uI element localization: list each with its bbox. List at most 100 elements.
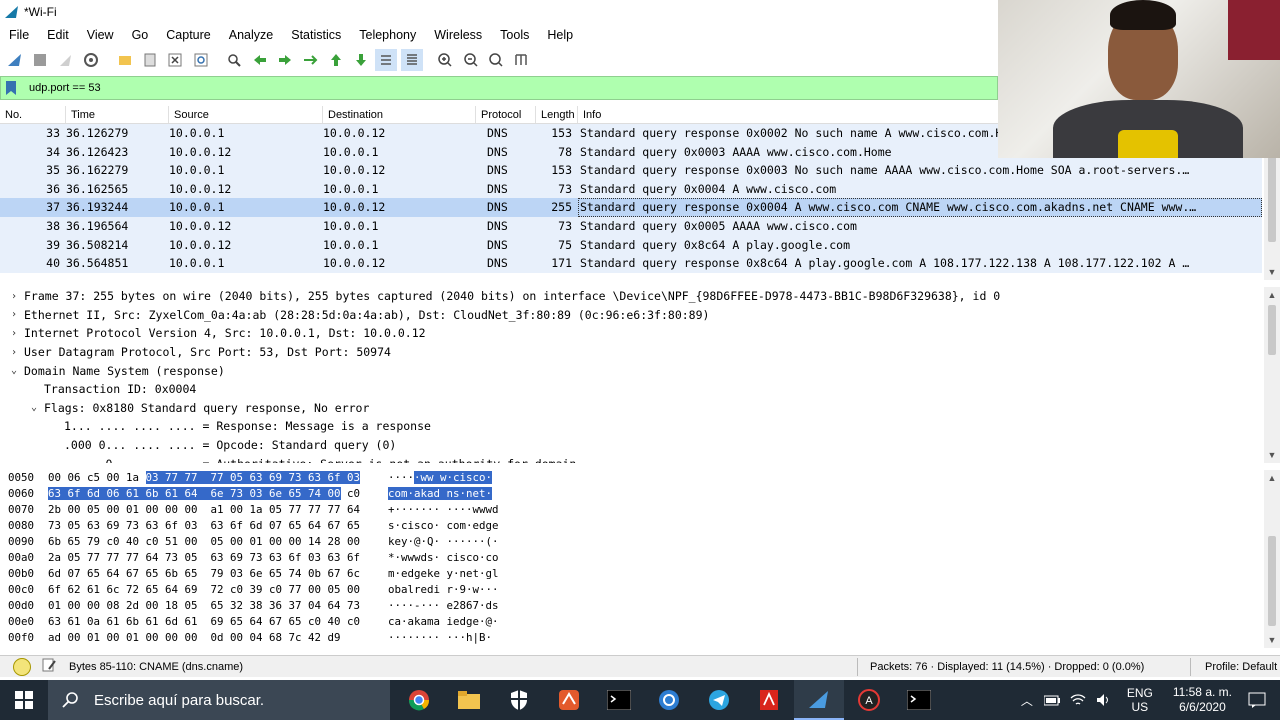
battery-icon[interactable]	[1043, 694, 1060, 706]
capture-comment-icon[interactable]	[41, 657, 59, 676]
restart-capture-icon[interactable]	[55, 49, 77, 71]
chevron-up-icon[interactable]: ︿	[1021, 692, 1033, 709]
hex-row[interactable]: 0090 6b 65 79 c0 40 c0 51 00 05 00 01 00 …	[0, 535, 1262, 551]
detail-tree-item[interactable]: .000 0... .... .... = Opcode: Standard q…	[0, 436, 1262, 455]
collapse-arrow-icon[interactable]: ›	[4, 309, 24, 320]
telegram-icon[interactable]	[694, 680, 744, 720]
menu-edit[interactable]: Edit	[38, 24, 78, 46]
scroll-down-icon[interactable]: ▼	[1264, 264, 1280, 280]
wireshark-taskbar-icon[interactable]	[794, 680, 844, 720]
hex-row[interactable]: 0050 00 06 c5 00 1a 03 77 77 77 05 63 69 …	[0, 471, 1262, 487]
start-capture-icon[interactable]	[4, 49, 26, 71]
app-red-a-icon[interactable]: A	[844, 680, 894, 720]
column-header-destination[interactable]: Destination	[323, 106, 476, 123]
expand-arrow-icon[interactable]: ⌄	[24, 402, 44, 413]
wifi-icon[interactable]	[1070, 693, 1086, 707]
menu-telephony[interactable]: Telephony	[350, 24, 425, 46]
open-file-icon[interactable]	[114, 49, 136, 71]
detail-tree-item[interactable]: › Ethernet II, Src: ZyxelCom_0a:4a:ab (28…	[0, 306, 1262, 325]
scroll-down-icon[interactable]: ▼	[1264, 632, 1280, 648]
column-header-no[interactable]: No.	[0, 106, 66, 123]
detail-tree-item[interactable]: ⌄ Flags: 0x8180 Standard query response, …	[0, 399, 1262, 418]
scroll-up-icon[interactable]: ▲	[1264, 470, 1280, 486]
scroll-thumb[interactable]	[1268, 536, 1276, 626]
taskbar-clock[interactable]: 11:58 a. m. 6/6/2020	[1173, 685, 1232, 715]
save-file-icon[interactable]	[139, 49, 161, 71]
zoom-out-icon[interactable]	[460, 49, 482, 71]
menu-view[interactable]: View	[78, 24, 123, 46]
command-prompt-icon[interactable]	[894, 680, 944, 720]
menu-tools[interactable]: Tools	[491, 24, 538, 46]
expert-info-icon[interactable]	[13, 657, 31, 676]
detail-tree-item[interactable]: .... .0.. .... .... = Authoritative: Ser…	[0, 454, 1262, 463]
detail-tree-item[interactable]: 1... .... .... .... = Response: Message …	[0, 417, 1262, 436]
collapse-arrow-icon[interactable]: ›	[4, 347, 24, 358]
go-to-packet-icon[interactable]	[299, 49, 321, 71]
column-header-source[interactable]: Source	[169, 106, 323, 123]
close-file-icon[interactable]	[164, 49, 186, 71]
packet-row[interactable]: 39 36.508214 10.0.0.12 10.0.0.1 DNS 75 Standar…	[0, 235, 1262, 255]
detail-tree-item[interactable]: › Internet Protocol Version 4, Src: 10.0.…	[0, 324, 1262, 343]
zoom-normal-icon[interactable]	[485, 49, 507, 71]
menu-file[interactable]: File	[0, 24, 38, 46]
pdf-reader-icon[interactable]	[744, 680, 794, 720]
menu-go[interactable]: Go	[123, 24, 158, 46]
column-header-protocol[interactable]: Protocol	[476, 106, 536, 123]
packet-row[interactable]: 40 36.564851 10.0.0.1 10.0.0.12 DNS 171 Standa…	[0, 254, 1262, 273]
first-packet-icon[interactable]	[325, 49, 347, 71]
menu-analyze[interactable]: Analyze	[220, 24, 282, 46]
capture-options-icon[interactable]	[80, 49, 102, 71]
packet-row[interactable]: 35 36.162279 10.0.0.1 10.0.0.12 DNS 153 Standa…	[0, 161, 1262, 180]
security-shield-icon[interactable]	[494, 680, 544, 720]
column-header-length[interactable]: Length	[536, 106, 578, 123]
autoscroll-icon[interactable]	[375, 49, 398, 71]
hex-row[interactable]: 00e0 63 61 0a 61 6b 61 6d 61 69 65 64 67 …	[0, 615, 1262, 631]
zoom-in-icon[interactable]	[434, 49, 456, 71]
terminal-icon[interactable]	[594, 680, 644, 720]
collapse-arrow-icon[interactable]: ›	[4, 328, 24, 339]
details-scrollbar[interactable]: ▲ ▼	[1264, 287, 1280, 463]
status-profile[interactable]: Profile: Default	[1205, 661, 1277, 673]
find-packet-icon[interactable]	[223, 49, 245, 71]
app-blue-circle-icon[interactable]	[644, 680, 694, 720]
menu-help[interactable]: Help	[538, 24, 582, 46]
taskbar-search-box[interactable]: Escribe aquí para buscar.	[48, 680, 390, 720]
packet-row[interactable]: 37 36.193244 10.0.0.1 10.0.0.12 DNS 255 Standa…	[0, 198, 1262, 217]
hex-row[interactable]: 00c0 6f 62 61 6c 72 65 64 69 72 c0 39 c0 …	[0, 583, 1262, 599]
display-filter-input[interactable]	[29, 82, 929, 94]
scroll-down-icon[interactable]: ▼	[1264, 447, 1280, 463]
go-back-icon[interactable]	[249, 49, 271, 71]
scroll-thumb[interactable]	[1268, 305, 1276, 355]
detail-tree-item[interactable]: › User Datagram Protocol, Src Port: 53, D…	[0, 343, 1262, 362]
windows-start-icon[interactable]	[0, 680, 48, 720]
expand-arrow-icon[interactable]: ⌄	[4, 365, 24, 376]
hex-row[interactable]: 0080 73 05 63 69 73 63 6f 03 63 6f 6d 07 …	[0, 519, 1262, 535]
packet-row[interactable]: 38 36.196564 10.0.0.12 10.0.0.1 DNS 73 Standar…	[0, 216, 1262, 236]
packet-row[interactable]: 36 36.162565 10.0.0.12 10.0.0.1 DNS 73 Standar…	[0, 179, 1262, 199]
go-forward-icon[interactable]	[274, 49, 296, 71]
reload-icon[interactable]	[190, 49, 212, 71]
file-explorer-icon[interactable]	[444, 680, 494, 720]
detail-tree-item[interactable]: Transaction ID: 0x0004	[0, 380, 1262, 399]
column-header-time[interactable]: Time	[66, 106, 169, 123]
chrome-icon[interactable]	[394, 680, 444, 720]
menu-statistics[interactable]: Statistics	[282, 24, 350, 46]
resize-columns-icon[interactable]	[510, 49, 532, 71]
bytes-scrollbar[interactable]: ▲ ▼	[1264, 470, 1280, 648]
filter-bookmark-icon[interactable]	[1, 77, 21, 99]
scroll-up-icon[interactable]: ▲	[1264, 287, 1280, 303]
colorize-icon[interactable]	[400, 49, 423, 71]
last-packet-icon[interactable]	[350, 49, 372, 71]
stop-capture-icon[interactable]	[29, 49, 51, 71]
volume-icon[interactable]	[1096, 693, 1112, 707]
language-indicator[interactable]: ENG US	[1127, 686, 1153, 714]
hex-row[interactable]: 00d0 01 00 00 08 2d 00 18 05 65 32 38 36 …	[0, 599, 1262, 615]
notifications-icon[interactable]	[1248, 692, 1266, 708]
hex-row[interactable]: 00b0 6d 07 65 64 67 65 6b 65 79 03 6e 65 …	[0, 567, 1262, 583]
detail-tree-item[interactable]: › Frame 37: 255 bytes on wire (2040 bits)…	[0, 287, 1262, 306]
menu-wireless[interactable]: Wireless	[425, 24, 491, 46]
hex-row[interactable]: 00f0 ad 00 01 00 01 00 00 00 0d 00 04 68 …	[0, 631, 1262, 647]
app-orange-icon[interactable]	[544, 680, 594, 720]
detail-tree-item[interactable]: ⌄ Domain Name System (response)	[0, 361, 1262, 380]
collapse-arrow-icon[interactable]: ›	[4, 291, 24, 302]
